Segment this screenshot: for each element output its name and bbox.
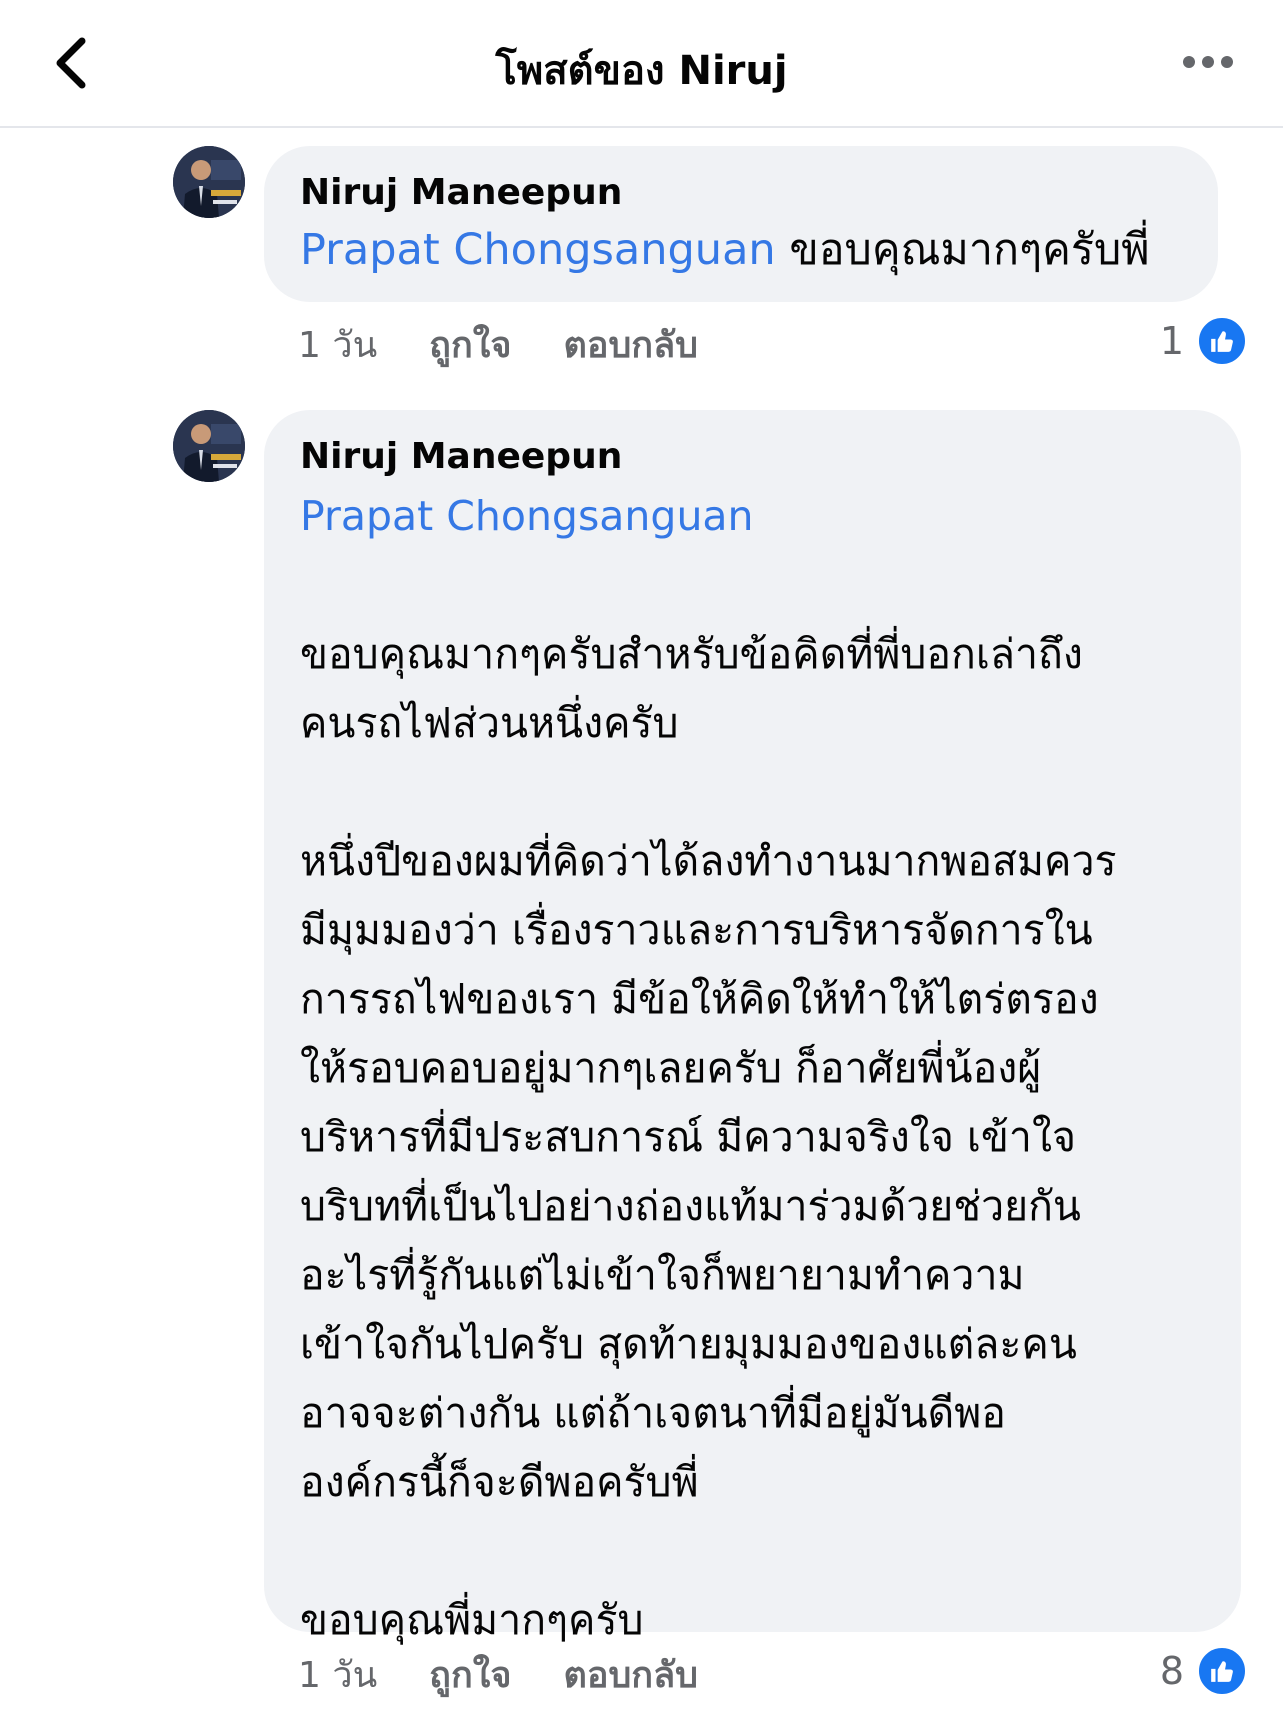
more-horizontal-icon [1183,56,1233,68]
like-button[interactable]: ถูกใจ [429,1646,511,1703]
reply-button[interactable]: ตอบกลับ [563,316,698,373]
comment-author[interactable]: Niruj Maneepun [300,432,1205,482]
comment-body: ขอบคุณมากๆครับสำหรับข้อคิดที่พี่บอกเล่าถ… [300,630,1117,1644]
top-nav-bar: โพสต์ของ Niruj [0,0,1283,128]
comment-bubble: Niruj Maneepun Prapat Chongsanguan ขอบคุ… [264,410,1241,1644]
comment-bubble: Niruj Maneepun Prapat Chongsanguan ขอบคุ… [264,146,1218,302]
mention-link[interactable]: Prapat Chongsanguan [300,492,754,540]
mention-link[interactable]: Prapat Chongsanguan [300,225,776,275]
avatar-image [173,410,245,482]
reaction-count: 8 [1159,1649,1184,1693]
comment-timestamp[interactable]: 1 วัน [298,316,377,373]
reply-button[interactable]: ตอบกลับ [563,1646,698,1703]
thumbs-up-icon [1196,315,1248,367]
page-title: โพสต์ของ Niruj [495,48,788,94]
avatar-image [173,146,245,218]
comment-actions: 1 วัน ถูกใจ ตอบกลับ [298,314,698,374]
avatar[interactable] [173,410,245,482]
more-options-button[interactable] [1173,40,1243,84]
thumbs-up-icon [1196,1645,1248,1697]
like-button[interactable]: ถูกใจ [429,316,511,373]
reaction-summary[interactable]: 8 [1160,1641,1248,1701]
comment-timestamp[interactable]: 1 วัน [298,1646,377,1703]
reaction-summary[interactable]: 1 [1160,311,1248,371]
comment-text: Prapat Chongsanguan ขอบคุณมากๆครับสำหรับ… [300,482,1205,1655]
comment-text: Prapat Chongsanguan ขอบคุณมากๆครับพี่ [300,218,1182,282]
comment-actions: 1 วัน ถูกใจ ตอบกลับ [298,1644,698,1704]
comment-body: ขอบคุณมากๆครับพี่ [775,225,1150,275]
reaction-count: 1 [1159,319,1184,363]
avatar[interactable] [173,146,245,218]
comment-author[interactable]: Niruj Maneepun [300,168,1182,218]
